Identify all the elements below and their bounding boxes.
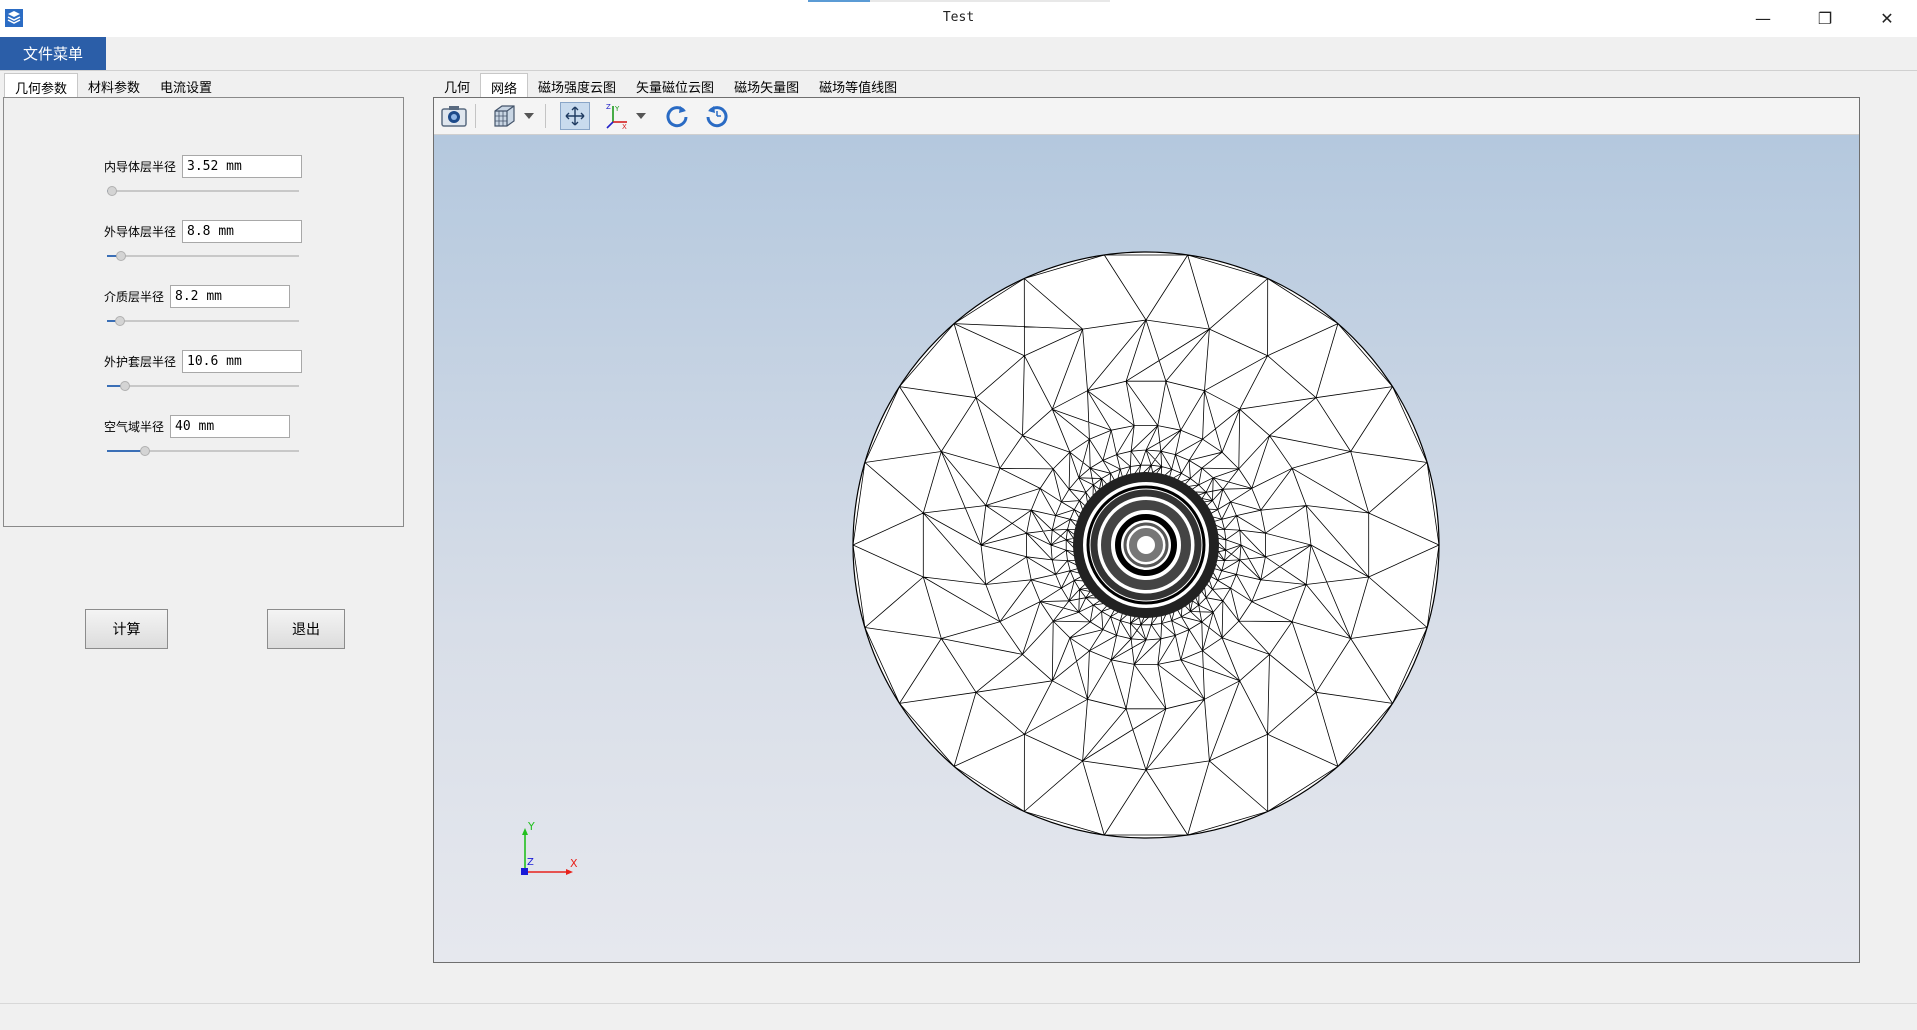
param-label: 介质层半径 bbox=[104, 289, 165, 304]
axes-orientation-icon: Y X Z bbox=[606, 103, 627, 130]
outer-conductor-radius-input[interactable]: 8.8 mm bbox=[182, 219, 303, 243]
mesh-plot[interactable]: Y X Z bbox=[434, 135, 1859, 962]
svg-text:X: X bbox=[622, 123, 627, 130]
cube-view-icon bbox=[494, 105, 515, 127]
screenshot-button[interactable] bbox=[439, 102, 469, 130]
dielectric-radius-slider[interactable] bbox=[107, 315, 299, 327]
slider-track bbox=[107, 385, 299, 387]
jacket-radius-slider[interactable] bbox=[107, 380, 299, 392]
slider-track bbox=[107, 190, 299, 192]
tab-material-params[interactable]: 材料参数 bbox=[78, 73, 150, 97]
dropdown-arrow-icon bbox=[636, 113, 646, 119]
slider-thumb[interactable] bbox=[120, 381, 130, 391]
toolbar-separator bbox=[545, 104, 546, 128]
param-row-inner-conductor: 内导体层半径 3.52 mm bbox=[104, 153, 303, 179]
restore-button[interactable]: ❐ bbox=[1795, 0, 1855, 37]
triangular-mesh bbox=[852, 251, 1440, 839]
param-row-outer-conductor: 外导体层半径 8.8 mm bbox=[104, 218, 303, 244]
rotate-cw-icon bbox=[666, 106, 688, 128]
title-bar: Test — ❐ ✕ bbox=[0, 0, 1917, 37]
dropdown-arrow-icon bbox=[524, 113, 534, 119]
jacket-radius-input[interactable]: 10.6 mm bbox=[182, 349, 303, 373]
slider-track bbox=[107, 320, 299, 322]
inner-conductor-radius-slider[interactable] bbox=[107, 185, 299, 197]
rotate-clockwise-button[interactable] bbox=[662, 102, 692, 130]
fit-view-icon bbox=[565, 106, 585, 126]
compute-button[interactable]: 计算 bbox=[85, 609, 168, 649]
view-tab-strip: 几何 网络 磁场强度云图 矢量磁位云图 磁场矢量图 磁场等值线图 bbox=[434, 73, 907, 97]
tab-geometry-params[interactable]: 几何参数 bbox=[4, 73, 79, 97]
z-axis-label: Z bbox=[527, 857, 534, 868]
x-axis-label: X bbox=[570, 857, 578, 870]
geometry-params-panel: 内导体层半径 3.52 mm 外导体层半径 8.8 mm 介质层半径 8.2 m… bbox=[3, 97, 404, 527]
tab-current-settings[interactable]: 电流设置 bbox=[150, 73, 222, 97]
viewer-toolbar: Y X Z bbox=[434, 98, 1859, 135]
param-row-dielectric: 介质层半径 8.2 mm bbox=[104, 283, 291, 309]
toolbar-separator bbox=[475, 104, 476, 128]
status-bar bbox=[0, 1003, 1917, 1030]
param-row-air: 空气域半径 40 mm bbox=[104, 413, 291, 439]
param-label: 外导体层半径 bbox=[104, 224, 177, 239]
axes-triad: Y X Z bbox=[521, 820, 578, 875]
left-tab-strip: 几何参数 材料参数 电流设置 bbox=[4, 73, 222, 97]
close-window-button[interactable]: ✕ bbox=[1857, 0, 1917, 37]
mesh-boundary bbox=[852, 251, 1440, 839]
tab-vector-potential-contour[interactable]: 矢量磁位云图 bbox=[626, 73, 724, 97]
svg-text:Y: Y bbox=[614, 105, 620, 113]
air-domain-radius-slider[interactable] bbox=[107, 445, 299, 457]
tab-geometry[interactable]: 几何 bbox=[434, 73, 480, 97]
slider-track bbox=[107, 255, 299, 257]
minimize-button[interactable]: — bbox=[1733, 0, 1793, 37]
y-axis-label: Y bbox=[527, 820, 535, 833]
camera-icon bbox=[441, 106, 467, 127]
title-accent-bar-light bbox=[870, 0, 1110, 2]
render-canvas[interactable]: Y X Z bbox=[434, 135, 1859, 962]
menu-bar: 文件菜单 bbox=[0, 37, 1917, 71]
slider-thumb[interactable] bbox=[140, 446, 150, 456]
close-icon: ✕ bbox=[1880, 9, 1894, 28]
param-row-jacket: 外护套层半径 10.6 mm bbox=[104, 348, 303, 374]
tab-mesh[interactable]: 网络 bbox=[480, 73, 529, 97]
axes-orientation-button[interactable]: Y X Z bbox=[604, 102, 632, 130]
view-orientation-button[interactable] bbox=[489, 102, 519, 130]
fit-view-button[interactable] bbox=[560, 102, 590, 130]
slider-thumb[interactable] bbox=[116, 251, 126, 261]
rotate-counterclockwise-button[interactable] bbox=[702, 102, 732, 130]
param-label: 内导体层半径 bbox=[104, 159, 177, 174]
outer-conductor-radius-slider[interactable] bbox=[107, 250, 299, 262]
z-axis-marker bbox=[521, 868, 528, 875]
dielectric-radius-input[interactable]: 8.2 mm bbox=[170, 284, 291, 308]
svg-text:Z: Z bbox=[606, 103, 611, 111]
air-domain-radius-input[interactable]: 40 mm bbox=[170, 414, 291, 438]
param-label: 外护套层半径 bbox=[104, 354, 177, 369]
tab-field-strength-contour[interactable]: 磁场强度云图 bbox=[528, 73, 626, 97]
inner-conductor-radius-input[interactable]: 3.52 mm bbox=[182, 154, 303, 178]
exit-button[interactable]: 退出 bbox=[267, 609, 345, 649]
slider-thumb[interactable] bbox=[107, 186, 117, 196]
tab-field-isoline[interactable]: 磁场等值线图 bbox=[809, 73, 907, 97]
minimize-icon: — bbox=[1755, 9, 1771, 28]
window-title: Test bbox=[942, 10, 975, 25]
mesh-viewer: Y X Z Y X Z bbox=[433, 97, 1860, 963]
param-label: 空气域半径 bbox=[104, 419, 165, 434]
axes-orientation-dropdown[interactable] bbox=[634, 102, 648, 130]
slider-thumb[interactable] bbox=[115, 316, 125, 326]
rotate-ccw-icon bbox=[706, 106, 728, 128]
file-menu-button[interactable]: 文件菜单 bbox=[0, 37, 106, 70]
restore-icon: ❐ bbox=[1817, 9, 1833, 28]
tab-field-vector[interactable]: 磁场矢量图 bbox=[724, 73, 809, 97]
view-orientation-dropdown[interactable] bbox=[522, 102, 536, 130]
title-accent-bar bbox=[808, 0, 870, 2]
